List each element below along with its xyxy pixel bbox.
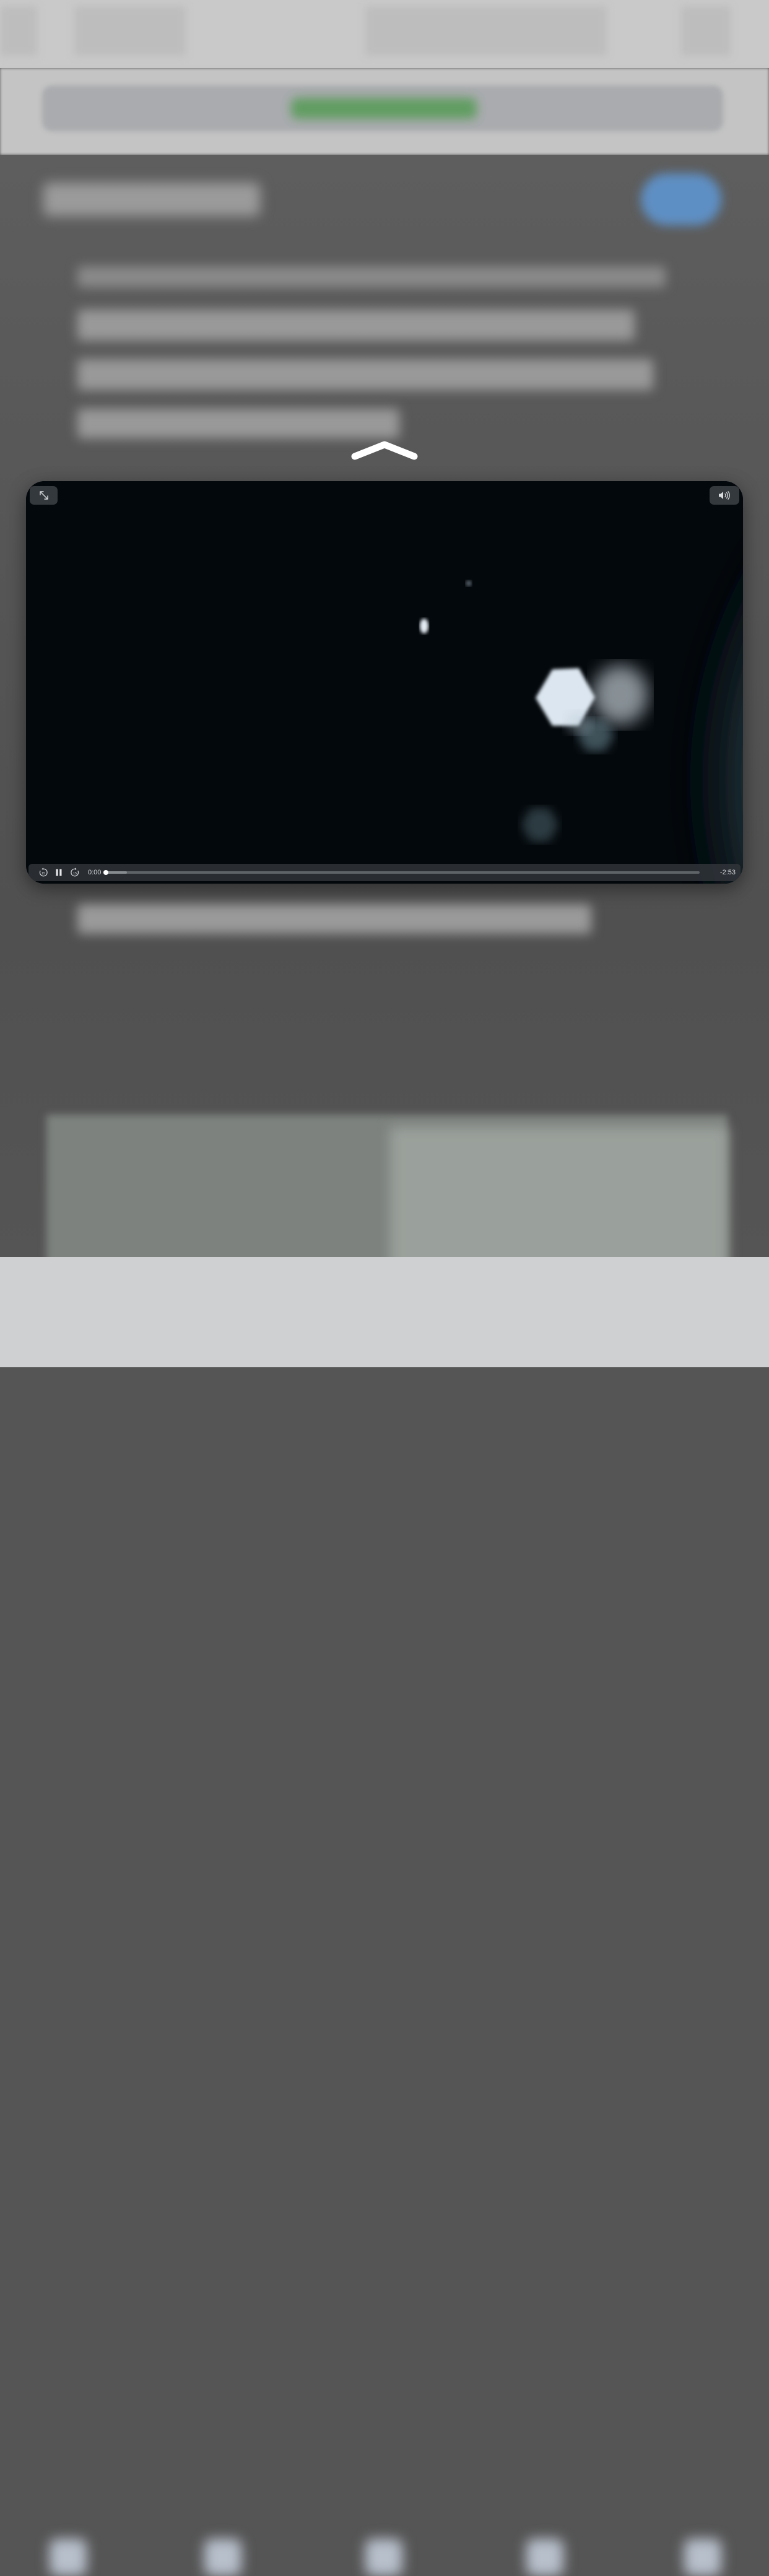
pause-icon	[56, 869, 62, 876]
progress-track[interactable]	[103, 870, 700, 875]
skip-forward-15-icon: 15	[71, 868, 79, 877]
playback-control-bar: 15 15 0:00 -2:53	[28, 864, 741, 881]
blurred-text-line	[77, 409, 399, 438]
blurred-text-line	[77, 310, 635, 341]
chevron-up-icon[interactable]	[350, 440, 419, 461]
skip-back-button[interactable]: 15	[36, 865, 51, 880]
svg-text:15: 15	[73, 872, 77, 876]
remaining-time: -2:53	[719, 869, 736, 876]
scrubber-thumb[interactable]	[103, 870, 108, 875]
buffered-range	[105, 871, 127, 874]
blurred-text-line	[77, 359, 653, 390]
blurred-action-button	[641, 173, 721, 225]
status-bar-background	[0, 0, 769, 68]
expand-button[interactable]	[30, 486, 58, 505]
current-time: 0:00	[88, 869, 102, 876]
expand-icon	[39, 491, 48, 500]
blurred-text-line	[77, 266, 666, 287]
speaker-volume-icon	[719, 491, 730, 500]
pause-button[interactable]	[51, 865, 66, 880]
secure-site-indicator	[291, 98, 477, 119]
video-frame	[26, 481, 743, 884]
skip-forward-button[interactable]: 15	[67, 865, 82, 880]
svg-text:15: 15	[41, 872, 45, 876]
skip-back-15-icon: 15	[39, 868, 48, 877]
volume-button[interactable]	[710, 486, 739, 505]
blurred-caption-line	[77, 904, 591, 934]
video-player[interactable]: 15 15 0:00 -2:53	[26, 481, 743, 884]
blurred-site-logo	[43, 183, 260, 216]
